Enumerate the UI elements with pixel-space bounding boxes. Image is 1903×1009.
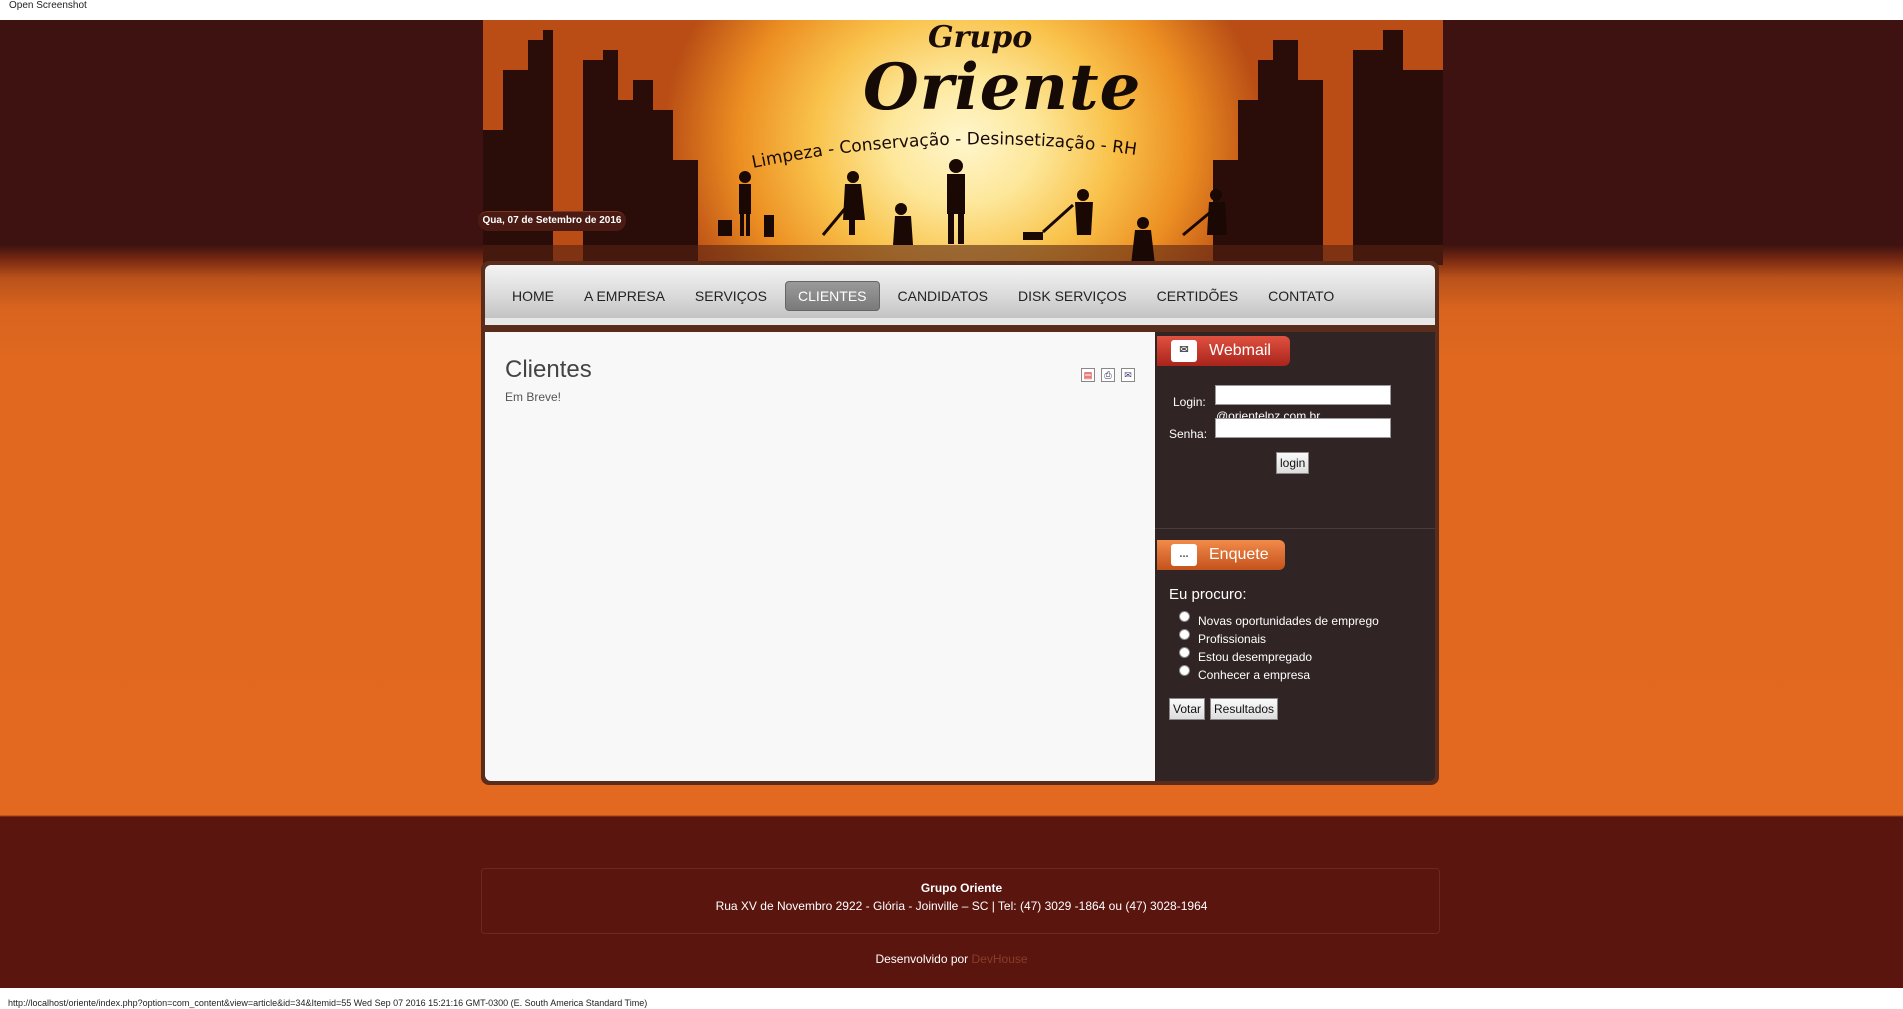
poll-option-label: Conhecer a empresa xyxy=(1198,668,1311,682)
tagline-text: Limpeza - Conservação - Desinsetização -… xyxy=(750,129,1138,173)
poll-option[interactable]: Novas oportunidades de emprego xyxy=(1179,611,1379,628)
status-text: http://localhost/oriente/index.php?optio… xyxy=(8,998,648,1008)
webmail-header: ✉ Webmail xyxy=(1157,336,1290,366)
page: Grupo Oriente Limpeza - Conservação - De… xyxy=(0,20,1903,988)
developer-link[interactable]: DevHouse xyxy=(972,952,1028,966)
developed-by-text: Desenvolvido por xyxy=(875,952,969,966)
footer-title: Grupo Oriente xyxy=(920,881,1003,895)
main-content: Clientes Em Breve! ▤ ⎙ ✉ xyxy=(485,332,1155,781)
login-button[interactable]: login xyxy=(1276,452,1310,474)
date-badge: Qua, 07 de Setembro de 2016 xyxy=(478,211,626,231)
nav-item-contato[interactable]: CONTATO xyxy=(1256,281,1346,311)
article-tools: ▤ ⎙ ✉ xyxy=(1081,368,1135,382)
poll-option-label: Novas oportunidades de emprego xyxy=(1198,614,1379,628)
footer-box: Grupo Oriente Rua XV de Novembro 2922 - … xyxy=(481,868,1440,934)
poll-option[interactable]: Estou desempregado xyxy=(1179,647,1313,664)
pdf-icon[interactable]: ▤ xyxy=(1081,368,1095,382)
page-text: Em Breve! xyxy=(505,390,562,404)
nav-item-servicos[interactable]: SERVIÇOS xyxy=(683,281,779,311)
print-icon[interactable]: ⎙ xyxy=(1101,368,1115,382)
window-title-strip: Open Screenshot xyxy=(0,0,1903,20)
nav-item-certidoes[interactable]: CERTIDÕES xyxy=(1145,281,1250,311)
poll-option[interactable]: Conhecer a empresa xyxy=(1179,665,1311,682)
envelope-icon: ✉ xyxy=(1171,340,1197,362)
radio-button[interactable] xyxy=(1179,647,1190,658)
tagline: Limpeza - Conservação - Desinsetização -… xyxy=(750,129,1138,173)
password-label: Senha: xyxy=(1169,427,1208,441)
nav-item-empresa[interactable]: A EMPRESA xyxy=(572,281,677,311)
nav-item-candidatos[interactable]: CANDIDATOS xyxy=(886,281,1001,311)
header-banner: Grupo Oriente Limpeza - Conservação - De… xyxy=(483,20,1443,265)
email-icon[interactable]: ✉ xyxy=(1121,368,1135,382)
poll-option-label: Profissionais xyxy=(1198,632,1267,646)
developer-credit: Desenvolvido por DevHouse xyxy=(0,952,1903,966)
poll-question: Eu procuro: xyxy=(1169,586,1247,603)
speech-bubble-icon: ... xyxy=(1171,544,1197,566)
radio-button[interactable] xyxy=(1179,611,1190,622)
window-title: Open Screenshot xyxy=(9,0,87,11)
sidebar-divider xyxy=(1155,528,1435,529)
radio-button[interactable] xyxy=(1179,629,1190,640)
results-button[interactable]: Resultados xyxy=(1210,698,1279,720)
footer-address: Rua XV de Novembro 2922 - Glória - Joinv… xyxy=(715,899,1208,913)
poll-option-label: Estou desempregado xyxy=(1198,650,1313,664)
radio-button[interactable] xyxy=(1179,665,1190,676)
login-label: Login: xyxy=(1173,395,1206,409)
main-nav: HOME A EMPRESA SERVIÇOS CLIENTES CANDIDA… xyxy=(485,265,1435,325)
nav-item-home[interactable]: HOME xyxy=(500,281,566,311)
page-title: Clientes xyxy=(505,356,592,383)
password-input[interactable] xyxy=(1215,418,1391,438)
svg-text:Limpeza - Conservação - Desins: Limpeza - Conservação - Desinsetização -… xyxy=(750,129,1138,173)
webmail-title: Webmail xyxy=(1209,342,1271,359)
sidebar: ✉ Webmail Login: @orientelpz.com.br Senh… xyxy=(1155,332,1435,781)
enquete-header: ... Enquete xyxy=(1157,540,1285,570)
poll-option[interactable]: Profissionais xyxy=(1179,629,1267,646)
status-bar: http://localhost/oriente/index.php?optio… xyxy=(0,988,1903,1009)
vote-button[interactable]: Votar xyxy=(1169,698,1206,720)
login-input[interactable] xyxy=(1215,385,1391,405)
nav-item-disk-servicos[interactable]: DISK SERVIÇOS xyxy=(1006,281,1139,311)
nav-item-clientes[interactable]: CLIENTES xyxy=(785,281,880,311)
enquete-title: Enquete xyxy=(1209,546,1269,563)
